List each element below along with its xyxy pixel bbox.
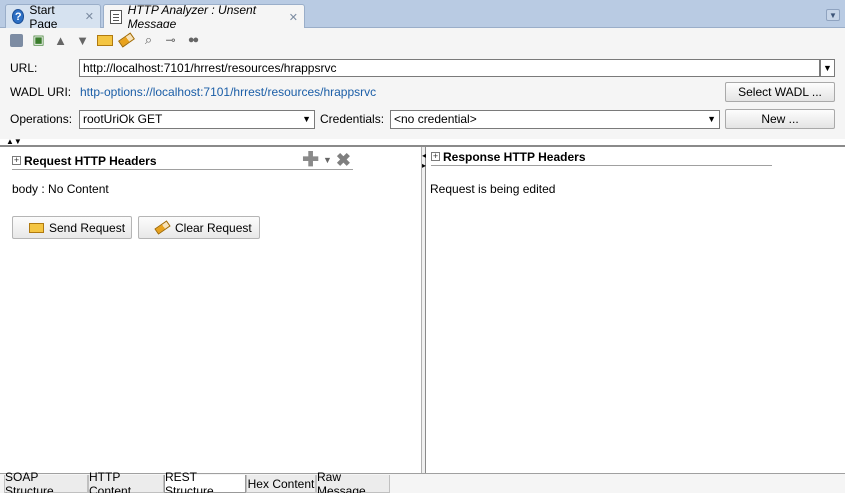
tab-raw-message[interactable]: Raw Message: [316, 470, 390, 493]
binoculars-icon[interactable]: ●●: [184, 32, 201, 49]
eraser-icon: [154, 220, 171, 235]
operations-value: rootUriOk GET: [83, 111, 163, 126]
clear-request-button[interactable]: Clear Request: [138, 216, 260, 239]
tab-rest-structure[interactable]: REST Structure: [164, 470, 246, 493]
inspect-icon[interactable]: ⌕: [140, 32, 157, 49]
request-body-text: body : No Content: [12, 182, 109, 196]
tab-start-page[interactable]: ? Start Page ✕: [5, 2, 101, 31]
wadl-uri-link[interactable]: http-options://localhost:7101/hrrest/res…: [80, 85, 376, 99]
document-icon: [110, 10, 123, 25]
new-credential-button[interactable]: New ...: [725, 109, 835, 129]
close-icon[interactable]: ✕: [289, 11, 298, 24]
credentials-value: <no credential>: [394, 111, 477, 126]
select-wadl-button[interactable]: Select WADL ...: [725, 82, 835, 102]
request-headers-section[interactable]: + Request HTTP Headers ✚ ▼ ✖: [12, 150, 353, 170]
header-tools: ✚ ▼ ✖: [302, 150, 351, 170]
response-headers-title: Response HTTP Headers: [443, 149, 586, 164]
operations-select[interactable]: rootUriOk GET ▼: [79, 109, 315, 129]
send-request-button[interactable]: Send Request: [12, 216, 132, 239]
close-icon[interactable]: ✕: [85, 10, 94, 23]
credentials-label: Credentials:: [320, 112, 385, 126]
tab-http-content[interactable]: HTTP Content: [88, 470, 164, 493]
wadl-label: WADL URI:: [10, 85, 72, 99]
tab-http-analyzer[interactable]: HTTP Analyzer : Unsent Message ✕: [103, 3, 305, 31]
tab-list-dropdown-icon[interactable]: ▼: [826, 9, 840, 21]
export-icon[interactable]: ▣: [30, 32, 47, 49]
credentials-select[interactable]: <no credential> ▼: [390, 109, 720, 129]
tab-hex-content[interactable]: Hex Content: [246, 475, 316, 493]
save-icon[interactable]: [8, 32, 25, 49]
next-icon[interactable]: ▼: [74, 32, 91, 49]
toolbar: ▣ ▲ ▼ ⌕ ⊸ ●●: [0, 28, 845, 52]
send-icon[interactable]: [96, 32, 113, 49]
response-status-text: Request is being edited: [430, 182, 556, 196]
editor-tab-strip: ? Start Page ✕ HTTP Analyzer : Unsent Me…: [0, 0, 845, 31]
expand-icon[interactable]: +: [431, 152, 440, 161]
expand-icon[interactable]: +: [12, 156, 21, 165]
request-form: URL: http://localhost:7101/hrrest/resour…: [0, 52, 845, 139]
send-request-label: Send Request: [49, 220, 126, 235]
previous-icon[interactable]: ▲: [52, 32, 69, 49]
help-icon: ?: [12, 9, 25, 24]
add-icon[interactable]: ✚: [302, 150, 319, 170]
tab-soap-structure[interactable]: SOAP Structure: [4, 470, 88, 493]
chevron-down-icon: ▼: [707, 113, 716, 124]
bottom-tab-bar: SOAP Structure HTTP Content REST Structu…: [0, 470, 845, 493]
clear-icon[interactable]: [118, 32, 135, 49]
key-icon[interactable]: ⊸: [162, 32, 179, 49]
tab-label: Start Page: [29, 2, 58, 31]
tab-label: HTTP Analyzer : Unsent Message: [127, 3, 257, 31]
clear-request-label: Clear Request: [175, 220, 252, 235]
url-input[interactable]: http://localhost:7101/hrrest/resources/h…: [79, 59, 820, 77]
operations-label: Operations:: [10, 112, 73, 126]
chevron-down-icon[interactable]: ▼: [820, 59, 835, 77]
request-panel: + Request HTTP Headers ✚ ▼ ✖ body : No C…: [0, 147, 421, 473]
delete-icon[interactable]: ✖: [336, 151, 351, 169]
request-headers-title: Request HTTP Headers: [24, 153, 157, 168]
response-panel: + Response HTTP Headers Request is being…: [426, 147, 845, 473]
envelope-icon: [29, 222, 44, 233]
chevron-down-icon: ▼: [302, 113, 311, 124]
chevron-down-icon[interactable]: ▼: [323, 155, 332, 165]
response-headers-section[interactable]: + Response HTTP Headers: [431, 148, 772, 166]
url-label: URL:: [10, 61, 38, 75]
